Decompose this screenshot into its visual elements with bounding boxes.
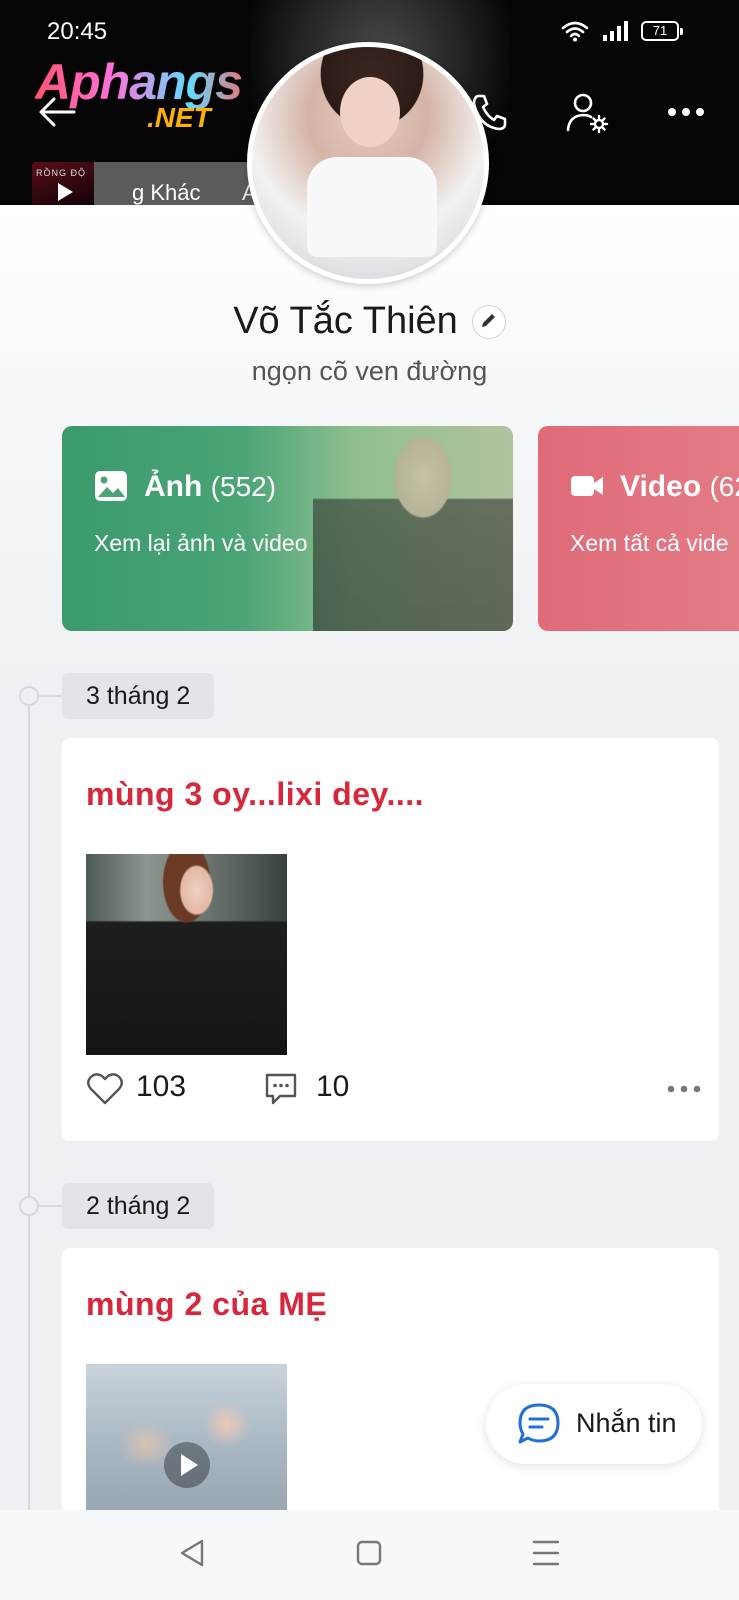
wifi-icon <box>561 21 589 42</box>
more-options-icon[interactable] <box>666 100 706 124</box>
video-play-icon[interactable] <box>164 1442 210 1488</box>
profile-name-row: Võ Tắc Thiên <box>0 300 739 343</box>
timeline-line <box>28 696 30 1510</box>
post-text: mùng 2 của MẸ <box>86 1286 328 1322</box>
logo-sub-text: .NET <box>147 102 211 133</box>
play-icon[interactable] <box>52 180 76 204</box>
profile-status: ngọn cõ ven đường <box>251 356 488 386</box>
post-actions: 103 10 <box>86 1068 701 1108</box>
timeline-dot <box>19 686 39 706</box>
profile-music-bar[interactable]: RỒNG ĐỘ g Khác Ai <box>32 162 282 205</box>
status-icons: 71 <box>561 20 683 42</box>
profile-screen: 20:45 71 Aphangs .NET RỒNG ĐỘ g Khác Võ … <box>0 0 739 1600</box>
message-button[interactable]: Nhắn tin <box>486 1384 702 1464</box>
post-more-icon[interactable] <box>666 1084 702 1094</box>
album-videos-title: Video (62 <box>620 470 739 504</box>
chat-bubble-icon <box>518 1403 560 1444</box>
timeline-date-chip: 3 tháng 2 <box>62 673 215 719</box>
comment-icon[interactable] <box>264 1072 298 1106</box>
signal-icon <box>603 21 628 41</box>
message-button-label: Nhắn tin <box>576 1408 677 1438</box>
system-nav-bar <box>0 1510 739 1600</box>
album-videos-count: (62 <box>709 471 739 502</box>
timeline-post[interactable]: mùng 3 oy...lixi dey.... 103 10 <box>62 738 719 1141</box>
album-photos-title: Ảnh (552) <box>144 470 277 503</box>
timeline-dot <box>19 1196 39 1216</box>
nav-menu-icon[interactable] <box>532 1538 560 1568</box>
back-arrow-icon[interactable] <box>38 96 76 128</box>
timeline-date-chip: 2 tháng 2 <box>62 1183 215 1229</box>
like-count: 103 <box>136 1070 187 1103</box>
nav-back-icon[interactable] <box>178 1538 206 1568</box>
video-camera-icon <box>571 476 603 496</box>
battery-icon: 71 <box>641 21 683 41</box>
album-videos-subtitle: Xem tất cả vide <box>570 530 729 556</box>
image-icon <box>95 471 127 501</box>
music-cover-art: RỒNG ĐỘ <box>32 162 94 205</box>
post-text: mùng 3 oy...lixi dey.... <box>86 776 424 812</box>
comment-count: 10 <box>316 1070 350 1103</box>
album-photos-subtitle: Xem lại ảnh và video <box>94 530 308 556</box>
music-cover-text: RỒNG ĐỘ <box>36 168 87 178</box>
music-title: g Khác <box>132 180 201 205</box>
edit-name-icon[interactable] <box>471 304 506 339</box>
profile-name: Võ Tắc Thiên <box>233 300 458 342</box>
heart-icon[interactable] <box>86 1072 124 1106</box>
avatar[interactable] <box>247 42 489 284</box>
album-photos-count: (552) <box>210 471 277 502</box>
post-photo[interactable] <box>86 854 287 1055</box>
status-time: 20:45 <box>47 18 108 45</box>
album-videos-card[interactable]: Video (62 Xem tất cả vide <box>538 426 739 631</box>
user-settings-icon[interactable] <box>566 92 610 134</box>
nav-home-icon[interactable] <box>356 1540 382 1566</box>
album-photos-card[interactable]: Ảnh (552) Xem lại ảnh và video <box>62 426 513 631</box>
